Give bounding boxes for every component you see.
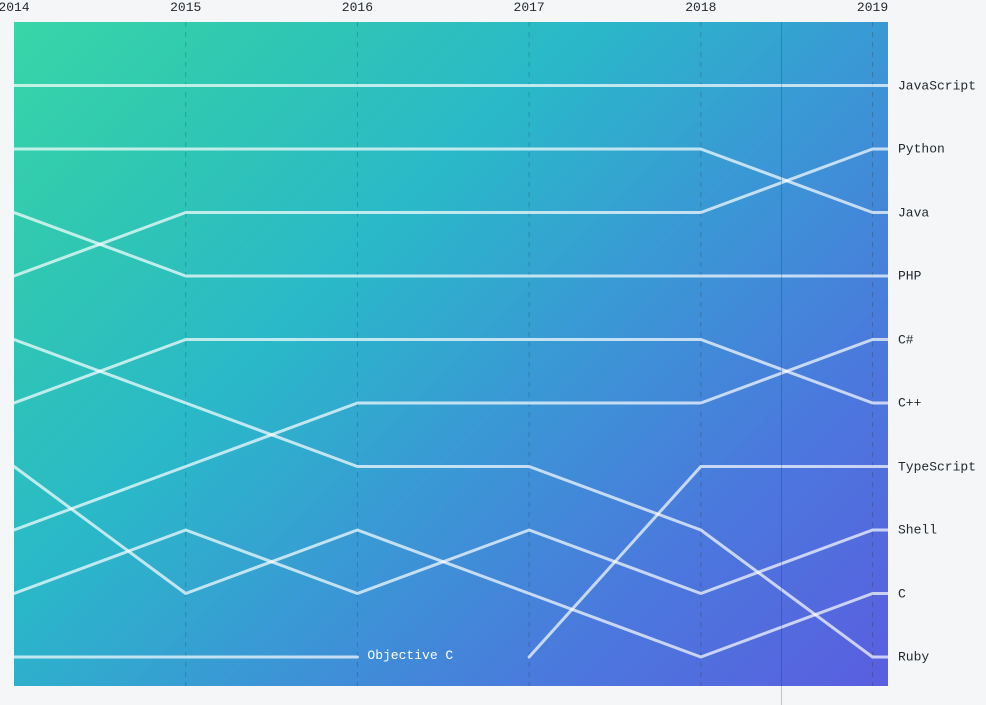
plot-area: Objective C	[14, 22, 888, 686]
series-java	[14, 149, 888, 213]
x-tick-2016: 2016	[342, 0, 373, 15]
series-ruby	[14, 340, 888, 658]
label-c++: C++	[898, 396, 921, 411]
series-c	[14, 467, 888, 658]
x-axis: 2014 2015 2016 2017 2018 2019	[0, 0, 986, 22]
series-python	[14, 149, 888, 276]
x-tick-2019: 2019	[857, 0, 888, 15]
label-python: Python	[898, 142, 945, 157]
series-c#	[14, 340, 888, 531]
label-c#: C#	[898, 332, 914, 347]
label-ruby: Ruby	[898, 650, 929, 665]
x-tick-2015: 2015	[170, 0, 201, 15]
x-tick-2017: 2017	[514, 0, 545, 15]
label-c: C	[898, 586, 906, 601]
x-tick-2018: 2018	[685, 0, 716, 15]
label-typescript: TypeScript	[898, 459, 976, 474]
series-labels: JavaScript Python Java PHP C# C++ TypeScript Sh…	[898, 22, 984, 686]
label-shell: Shell	[898, 523, 937, 538]
label-javascript: JavaScript	[898, 78, 976, 93]
annotation-objective-c: Objective C	[367, 648, 453, 663]
label-php: PHP	[898, 269, 921, 284]
chart-svg	[14, 22, 888, 686]
x-tick-2014: 2014	[0, 0, 30, 15]
chart-root: 2014 2015 2016 2017 2018 2019 Objective C Jav…	[0, 0, 986, 705]
vertical-rule-1	[781, 686, 782, 705]
series-php	[14, 213, 888, 277]
label-java: Java	[898, 205, 929, 220]
series-c++	[14, 340, 888, 404]
vertical-rule-0	[781, 22, 782, 686]
